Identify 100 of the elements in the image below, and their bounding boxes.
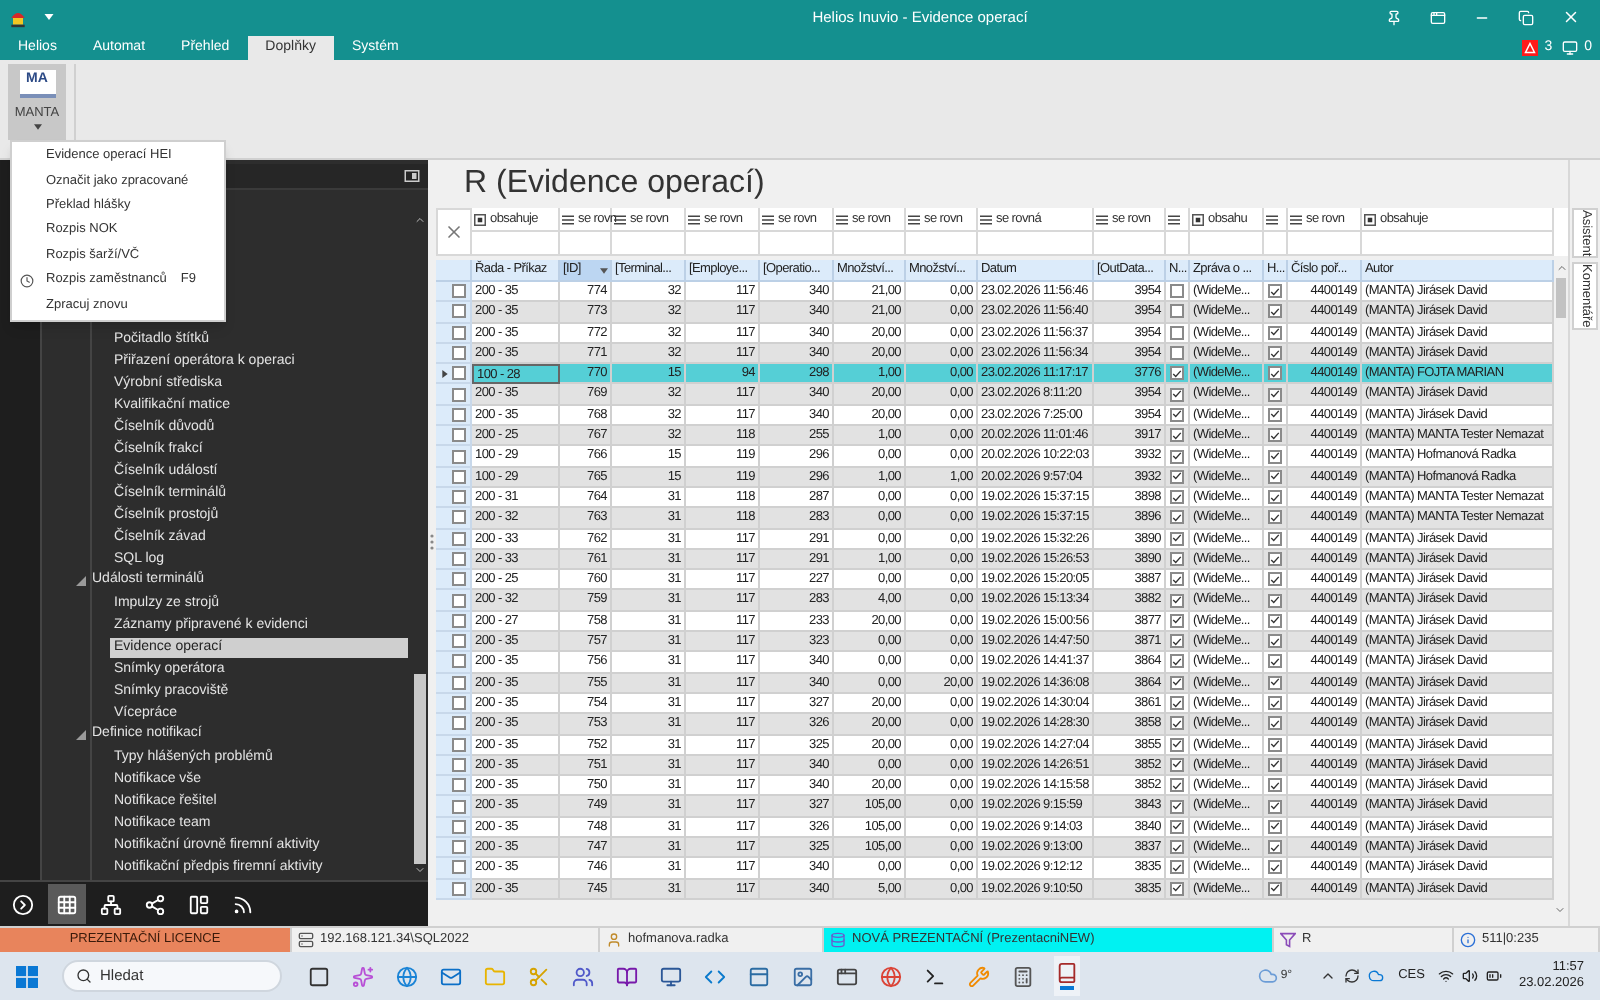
checkbox[interactable] <box>1170 881 1184 896</box>
checkbox[interactable] <box>452 675 466 690</box>
checkbox[interactable] <box>1268 428 1282 443</box>
checkbox[interactable] <box>452 654 466 669</box>
checkbox[interactable] <box>1170 840 1184 855</box>
checkbox[interactable] <box>1268 757 1282 772</box>
sync-icon[interactable] <box>1344 968 1361 984</box>
close-icon[interactable] <box>1562 8 1580 26</box>
checkbox[interactable] <box>452 881 466 896</box>
checkbox[interactable] <box>1170 799 1184 814</box>
scroll-down-icon[interactable] <box>414 864 426 876</box>
checkbox[interactable] <box>1268 490 1282 505</box>
filter-input-field[interactable] <box>978 232 1094 256</box>
checkbox[interactable] <box>452 613 466 628</box>
filter-input-field[interactable] <box>1288 232 1362 256</box>
checkbox[interactable] <box>1170 325 1184 340</box>
checkbox[interactable] <box>1170 407 1184 422</box>
checkbox[interactable] <box>452 860 466 875</box>
checkbox[interactable] <box>1268 881 1282 896</box>
expanded-arrow-icon[interactable] <box>76 730 86 740</box>
checkbox[interactable] <box>1170 613 1184 628</box>
checkbox[interactable] <box>452 304 466 319</box>
cloud-icon[interactable] <box>1368 968 1385 984</box>
pin-icon[interactable] <box>1386 9 1402 25</box>
scrollbar-thumb[interactable] <box>414 674 426 864</box>
checkbox[interactable] <box>1170 490 1184 505</box>
checkbox[interactable] <box>452 346 466 361</box>
filter-input-field[interactable] <box>760 232 834 256</box>
checkbox[interactable] <box>1170 366 1184 381</box>
checkbox[interactable] <box>452 325 466 340</box>
filter-input-field[interactable] <box>1264 232 1288 256</box>
checkbox[interactable] <box>1268 799 1282 814</box>
checkbox[interactable] <box>1170 469 1184 484</box>
checkbox[interactable] <box>452 572 466 587</box>
checkbox[interactable] <box>1268 304 1282 319</box>
checkbox[interactable] <box>452 799 466 814</box>
checkbox[interactable] <box>452 428 466 443</box>
checkbox[interactable] <box>1268 696 1282 711</box>
dropdown-caret-icon[interactable] <box>44 14 54 20</box>
checkbox[interactable] <box>1170 778 1184 793</box>
checkbox[interactable] <box>452 449 466 464</box>
filter-input-field[interactable] <box>834 232 906 256</box>
checkbox[interactable] <box>1268 284 1282 299</box>
checkbox[interactable] <box>1170 449 1184 464</box>
checkbox[interactable] <box>1268 552 1282 566</box>
checkbox[interactable] <box>452 737 466 752</box>
checkbox[interactable] <box>1268 840 1282 855</box>
checkbox[interactable] <box>1268 593 1282 608</box>
checkbox[interactable] <box>1268 469 1282 484</box>
checkbox[interactable] <box>1268 716 1282 731</box>
checkbox[interactable] <box>452 716 466 731</box>
checkbox[interactable] <box>452 634 466 649</box>
checkbox[interactable] <box>1268 675 1282 690</box>
checkbox[interactable] <box>452 840 466 855</box>
checkbox[interactable] <box>1170 757 1184 772</box>
checkbox[interactable] <box>452 284 466 299</box>
wifi-icon[interactable] <box>1438 968 1455 984</box>
checkbox[interactable] <box>1170 510 1184 525</box>
checkbox[interactable] <box>1268 860 1282 875</box>
checkbox[interactable] <box>452 531 466 546</box>
toolbar-button[interactable] <box>48 884 86 924</box>
checkbox[interactable] <box>1170 716 1184 731</box>
checkbox[interactable] <box>1170 634 1184 649</box>
checkbox[interactable] <box>1268 737 1282 752</box>
checkbox[interactable] <box>1268 407 1282 422</box>
monitor-icon[interactable] <box>1562 40 1579 56</box>
filter-input-field[interactable] <box>612 232 686 256</box>
checkbox[interactable] <box>452 407 466 422</box>
checkbox[interactable] <box>452 696 466 711</box>
checkbox[interactable] <box>1170 696 1184 711</box>
window-icon[interactable] <box>1430 9 1446 25</box>
checkbox[interactable] <box>452 593 466 608</box>
checkbox[interactable] <box>452 757 466 772</box>
windows-logo-icon[interactable] <box>16 965 38 987</box>
filter-operator-button[interactable] <box>1168 213 1180 225</box>
checkbox[interactable] <box>1170 531 1184 546</box>
checkbox[interactable] <box>1170 552 1184 566</box>
checkbox[interactable] <box>1170 387 1184 402</box>
checkbox[interactable] <box>1268 366 1282 381</box>
checkbox[interactable] <box>452 552 466 566</box>
filter-input-field[interactable] <box>472 232 560 256</box>
checkbox[interactable] <box>1170 346 1184 361</box>
checkbox[interactable] <box>1268 449 1282 464</box>
checkbox[interactable] <box>1170 675 1184 690</box>
checkbox[interactable] <box>452 387 466 402</box>
checkbox[interactable] <box>1170 593 1184 608</box>
restore-icon[interactable] <box>1518 9 1534 25</box>
checkbox[interactable] <box>1170 860 1184 875</box>
checkbox[interactable] <box>1170 304 1184 319</box>
checkbox[interactable] <box>452 819 466 834</box>
checkbox[interactable] <box>1170 284 1184 299</box>
scrollbar-thumb[interactable] <box>1556 278 1566 318</box>
chevron-up-icon[interactable] <box>1320 968 1337 984</box>
filter-input-field[interactable] <box>906 232 978 256</box>
checkbox[interactable] <box>1170 819 1184 834</box>
checkbox[interactable] <box>452 510 466 525</box>
checkbox[interactable] <box>452 469 466 484</box>
checkbox[interactable] <box>1268 634 1282 649</box>
filter-input-field[interactable] <box>1362 232 1554 256</box>
taskbar-app-button[interactable] <box>1054 956 1080 996</box>
